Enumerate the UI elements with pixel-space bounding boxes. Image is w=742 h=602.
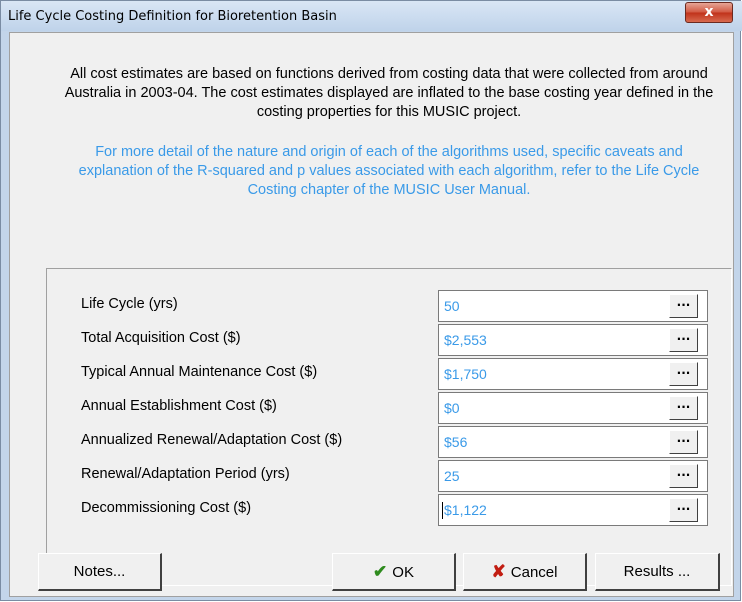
field-label: Life Cycle (yrs) bbox=[81, 296, 178, 312]
title-bar[interactable]: Life Cycle Costing Definition for Bioret… bbox=[1, 1, 742, 31]
ellipsis-button[interactable]: ... bbox=[669, 362, 698, 386]
field-value: $2,553 bbox=[444, 332, 487, 348]
row-annual-establishment-cost: Annual Establishment Cost ($) $0 ... bbox=[47, 390, 733, 424]
cost-info-text: All cost estimates are based on function… bbox=[64, 66, 714, 120]
field-value: $1,122 bbox=[442, 502, 487, 519]
ellipsis-button[interactable]: ... bbox=[669, 294, 698, 318]
total-acquisition-cost-field[interactable]: $2,553 ... bbox=[438, 324, 708, 356]
row-renewal-adaptation-period: Renewal/Adaptation Period (yrs) 25 ... bbox=[47, 458, 733, 492]
field-label: Decommissioning Cost ($) bbox=[81, 500, 252, 516]
row-annual-maintenance-cost: Typical Annual Maintenance Cost ($) $1,7… bbox=[47, 356, 733, 390]
renewal-adaptation-cost-field[interactable]: $56 ... bbox=[438, 426, 708, 458]
close-button[interactable]: x bbox=[685, 2, 733, 23]
decommissioning-cost-field[interactable]: $1,122 ... bbox=[438, 494, 708, 526]
checkmark-icon: ✔ bbox=[373, 562, 388, 581]
notes-button-label: Notes... bbox=[73, 563, 126, 580]
row-total-acquisition-cost: Total Acquisition Cost ($) $2,553 ... bbox=[47, 322, 733, 356]
ellipsis-button[interactable]: ... bbox=[669, 430, 698, 454]
field-value: $56 bbox=[444, 434, 468, 450]
field-label: Annualized Renewal/Adaptation Cost ($) bbox=[81, 432, 343, 448]
manual-reference-text: For more detail of the nature and origin… bbox=[78, 144, 700, 198]
window-title: Life Cycle Costing Definition for Bioret… bbox=[8, 9, 337, 24]
field-value: 25 bbox=[444, 468, 460, 484]
cancel-button[interactable]: ✘ Cancel bbox=[463, 553, 587, 591]
ok-button-label: OK bbox=[392, 564, 414, 581]
cost-fields-panel: Life Cycle (yrs) 50 ... Total Acquisitio… bbox=[46, 268, 732, 586]
close-icon: x bbox=[704, 4, 714, 20]
field-label: Renewal/Adaptation Period (yrs) bbox=[81, 466, 290, 482]
field-label: Typical Annual Maintenance Cost ($) bbox=[81, 364, 318, 380]
field-label: Annual Establishment Cost ($) bbox=[81, 398, 277, 414]
row-renewal-adaptation-cost: Annualized Renewal/Adaptation Cost ($) $… bbox=[47, 424, 733, 458]
row-decommissioning-cost: Decommissioning Cost ($) $1,122 ... bbox=[47, 492, 733, 526]
ellipsis-button[interactable]: ... bbox=[669, 328, 698, 352]
x-icon: ✘ bbox=[491, 562, 506, 581]
results-button[interactable]: Results ... bbox=[595, 553, 720, 591]
field-value: 50 bbox=[444, 298, 460, 314]
field-label: Total Acquisition Cost ($) bbox=[81, 330, 241, 346]
cancel-button-label: Cancel bbox=[510, 564, 558, 581]
life-cycle-costing-dialog: Life Cycle Costing Definition for Bioret… bbox=[0, 0, 742, 601]
annual-establishment-cost-field[interactable]: $0 ... bbox=[438, 392, 708, 424]
ellipsis-button[interactable]: ... bbox=[669, 498, 698, 522]
notes-button[interactable]: Notes... bbox=[38, 553, 162, 591]
results-button-label: Results ... bbox=[623, 563, 691, 580]
dialog-content: All cost estimates are based on function… bbox=[9, 32, 734, 597]
field-value: $0 bbox=[444, 400, 460, 416]
row-life-cycle: Life Cycle (yrs) 50 ... bbox=[47, 288, 733, 322]
ellipsis-button[interactable]: ... bbox=[669, 464, 698, 488]
ok-button[interactable]: ✔ OK bbox=[332, 553, 456, 591]
life-cycle-field[interactable]: 50 ... bbox=[438, 290, 708, 322]
ellipsis-button[interactable]: ... bbox=[669, 396, 698, 420]
renewal-adaptation-period-field[interactable]: 25 ... bbox=[438, 460, 708, 492]
annual-maintenance-cost-field[interactable]: $1,750 ... bbox=[438, 358, 708, 390]
field-value: $1,750 bbox=[444, 366, 487, 382]
